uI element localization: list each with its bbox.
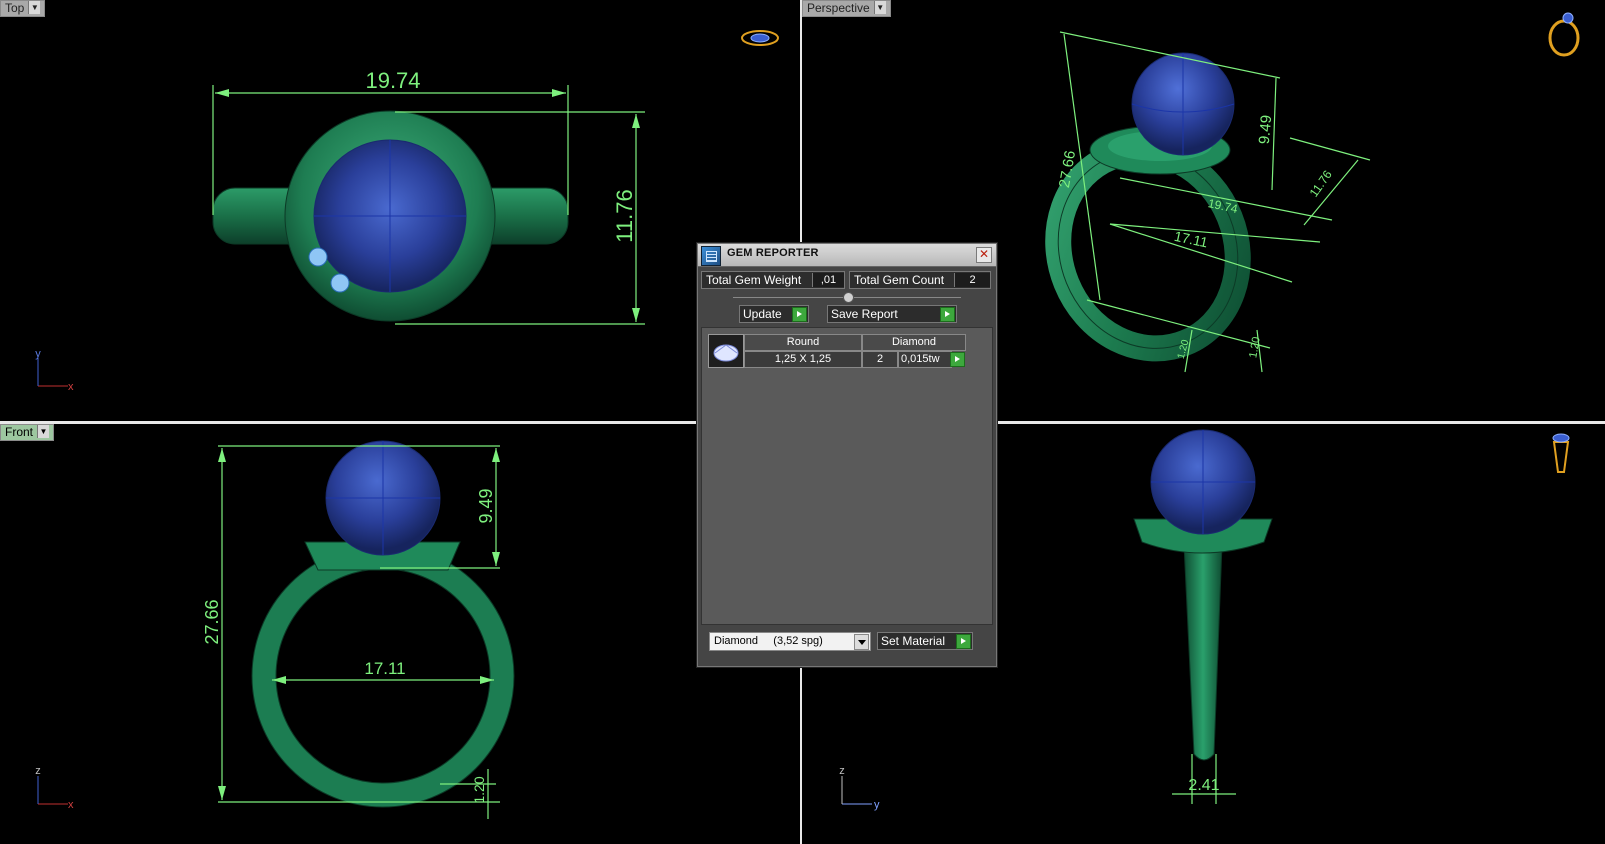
dropdown-arrow-icon[interactable]: ▼: [28, 1, 41, 14]
axis-z-label: z: [35, 765, 41, 777]
axis-x-label: x: [68, 799, 74, 811]
viewport-name: Top: [5, 1, 25, 15]
gem-row-action-icon[interactable]: [950, 352, 965, 367]
view-side-icon[interactable]: [1552, 433, 1570, 473]
total-gem-count-value: 2: [954, 273, 990, 287]
update-button[interactable]: Update: [739, 305, 809, 323]
gem-list[interactable]: Round Diamond 1,25 X 1,25 2 0,015tw: [701, 327, 993, 625]
dropdown-arrow-icon[interactable]: ▼: [37, 425, 50, 438]
dim-width: 19.74: [365, 68, 420, 93]
material-select-value: Diamond (3,52 spg): [714, 635, 823, 647]
viewport-label-perspective[interactable]: Perspective ▼: [802, 0, 891, 17]
dialog-title-bar[interactable]: GEM REPORTER ✕: [698, 244, 996, 267]
viewport-name: Front: [5, 425, 34, 439]
gem-count: 2: [862, 351, 898, 368]
ring-shank: [1183, 543, 1223, 761]
dim-band: 1.20: [471, 776, 487, 803]
total-gem-count: Total Gem Count 2: [849, 271, 991, 289]
accent-stone-2: [330, 273, 350, 293]
axis-y-label: y: [35, 348, 41, 360]
dim-stone: 9.49: [476, 488, 496, 523]
gem-weight: 0,015tw: [898, 351, 952, 368]
total-gem-weight-label: Total Gem Weight: [706, 273, 802, 287]
gem-reporter-dialog: GEM REPORTER ✕ Total Gem Weight ,01 Tota…: [696, 242, 998, 668]
dim-depth: 11.76: [612, 189, 637, 242]
viewport-label-front[interactable]: Front ▼: [0, 424, 55, 441]
chevron-down-icon[interactable]: [854, 634, 869, 650]
view-cube-icon[interactable]: [741, 30, 779, 46]
axis-y-label: y: [874, 799, 880, 811]
dialog-title: GEM REPORTER: [727, 247, 819, 259]
viewport-label-top[interactable]: Top ▼: [0, 0, 46, 17]
front-view-canvas: 27.66 9.49 17.11 1.20 x z: [35, 440, 515, 819]
dim-stone: 9.49: [1256, 114, 1275, 145]
accent-stone-1: [308, 247, 328, 267]
viewport-front[interactable]: 27.66 9.49 17.11 1.20 x z Front ▼: [0, 424, 800, 844]
viewport-top[interactable]: 19.74 11.76 x y Top ▼: [0, 0, 800, 421]
gem-thumbnail: [708, 334, 744, 368]
dropdown-arrow-icon[interactable]: ▼: [873, 1, 886, 14]
total-gem-weight: Total Gem Weight ,01: [701, 271, 845, 289]
material-select[interactable]: Diamond (3,52 spg): [709, 632, 871, 651]
play-arrow-icon: [940, 307, 955, 322]
dim-head: 11.76: [1307, 167, 1335, 199]
total-gem-count-label: Total Gem Count: [854, 273, 945, 287]
collapse-toggle-icon[interactable]: [843, 292, 854, 303]
save-report-button[interactable]: Save Report: [827, 305, 957, 323]
dim-inner: 17.11: [1173, 228, 1210, 251]
gem-cut-header: Round: [744, 334, 862, 351]
dim-shank-width: 2.41: [1188, 777, 1219, 794]
view-ring-icon[interactable]: [1548, 12, 1580, 57]
axis-x-label: x: [68, 381, 74, 393]
gem-reporter-icon: [701, 246, 721, 266]
top-view-canvas: 19.74 11.76 x y: [35, 30, 779, 393]
play-arrow-icon: [792, 307, 807, 322]
play-arrow-icon: [956, 634, 971, 649]
gem-size: 1,25 X 1,25: [744, 351, 862, 368]
total-gem-weight-value: ,01: [812, 273, 844, 287]
save-report-button-label: Save Report: [831, 307, 898, 321]
axis-z-label: z: [839, 765, 845, 777]
dim-inner: 17.11: [364, 659, 405, 678]
set-material-button-label: Set Material: [881, 634, 946, 648]
update-button-label: Update: [743, 307, 782, 321]
gem-material-header: Diamond: [862, 334, 966, 351]
dim-height: 27.66: [202, 599, 222, 644]
set-material-button[interactable]: Set Material: [877, 632, 973, 650]
viewport-name: Perspective: [807, 1, 870, 15]
close-button[interactable]: ✕: [976, 247, 992, 263]
